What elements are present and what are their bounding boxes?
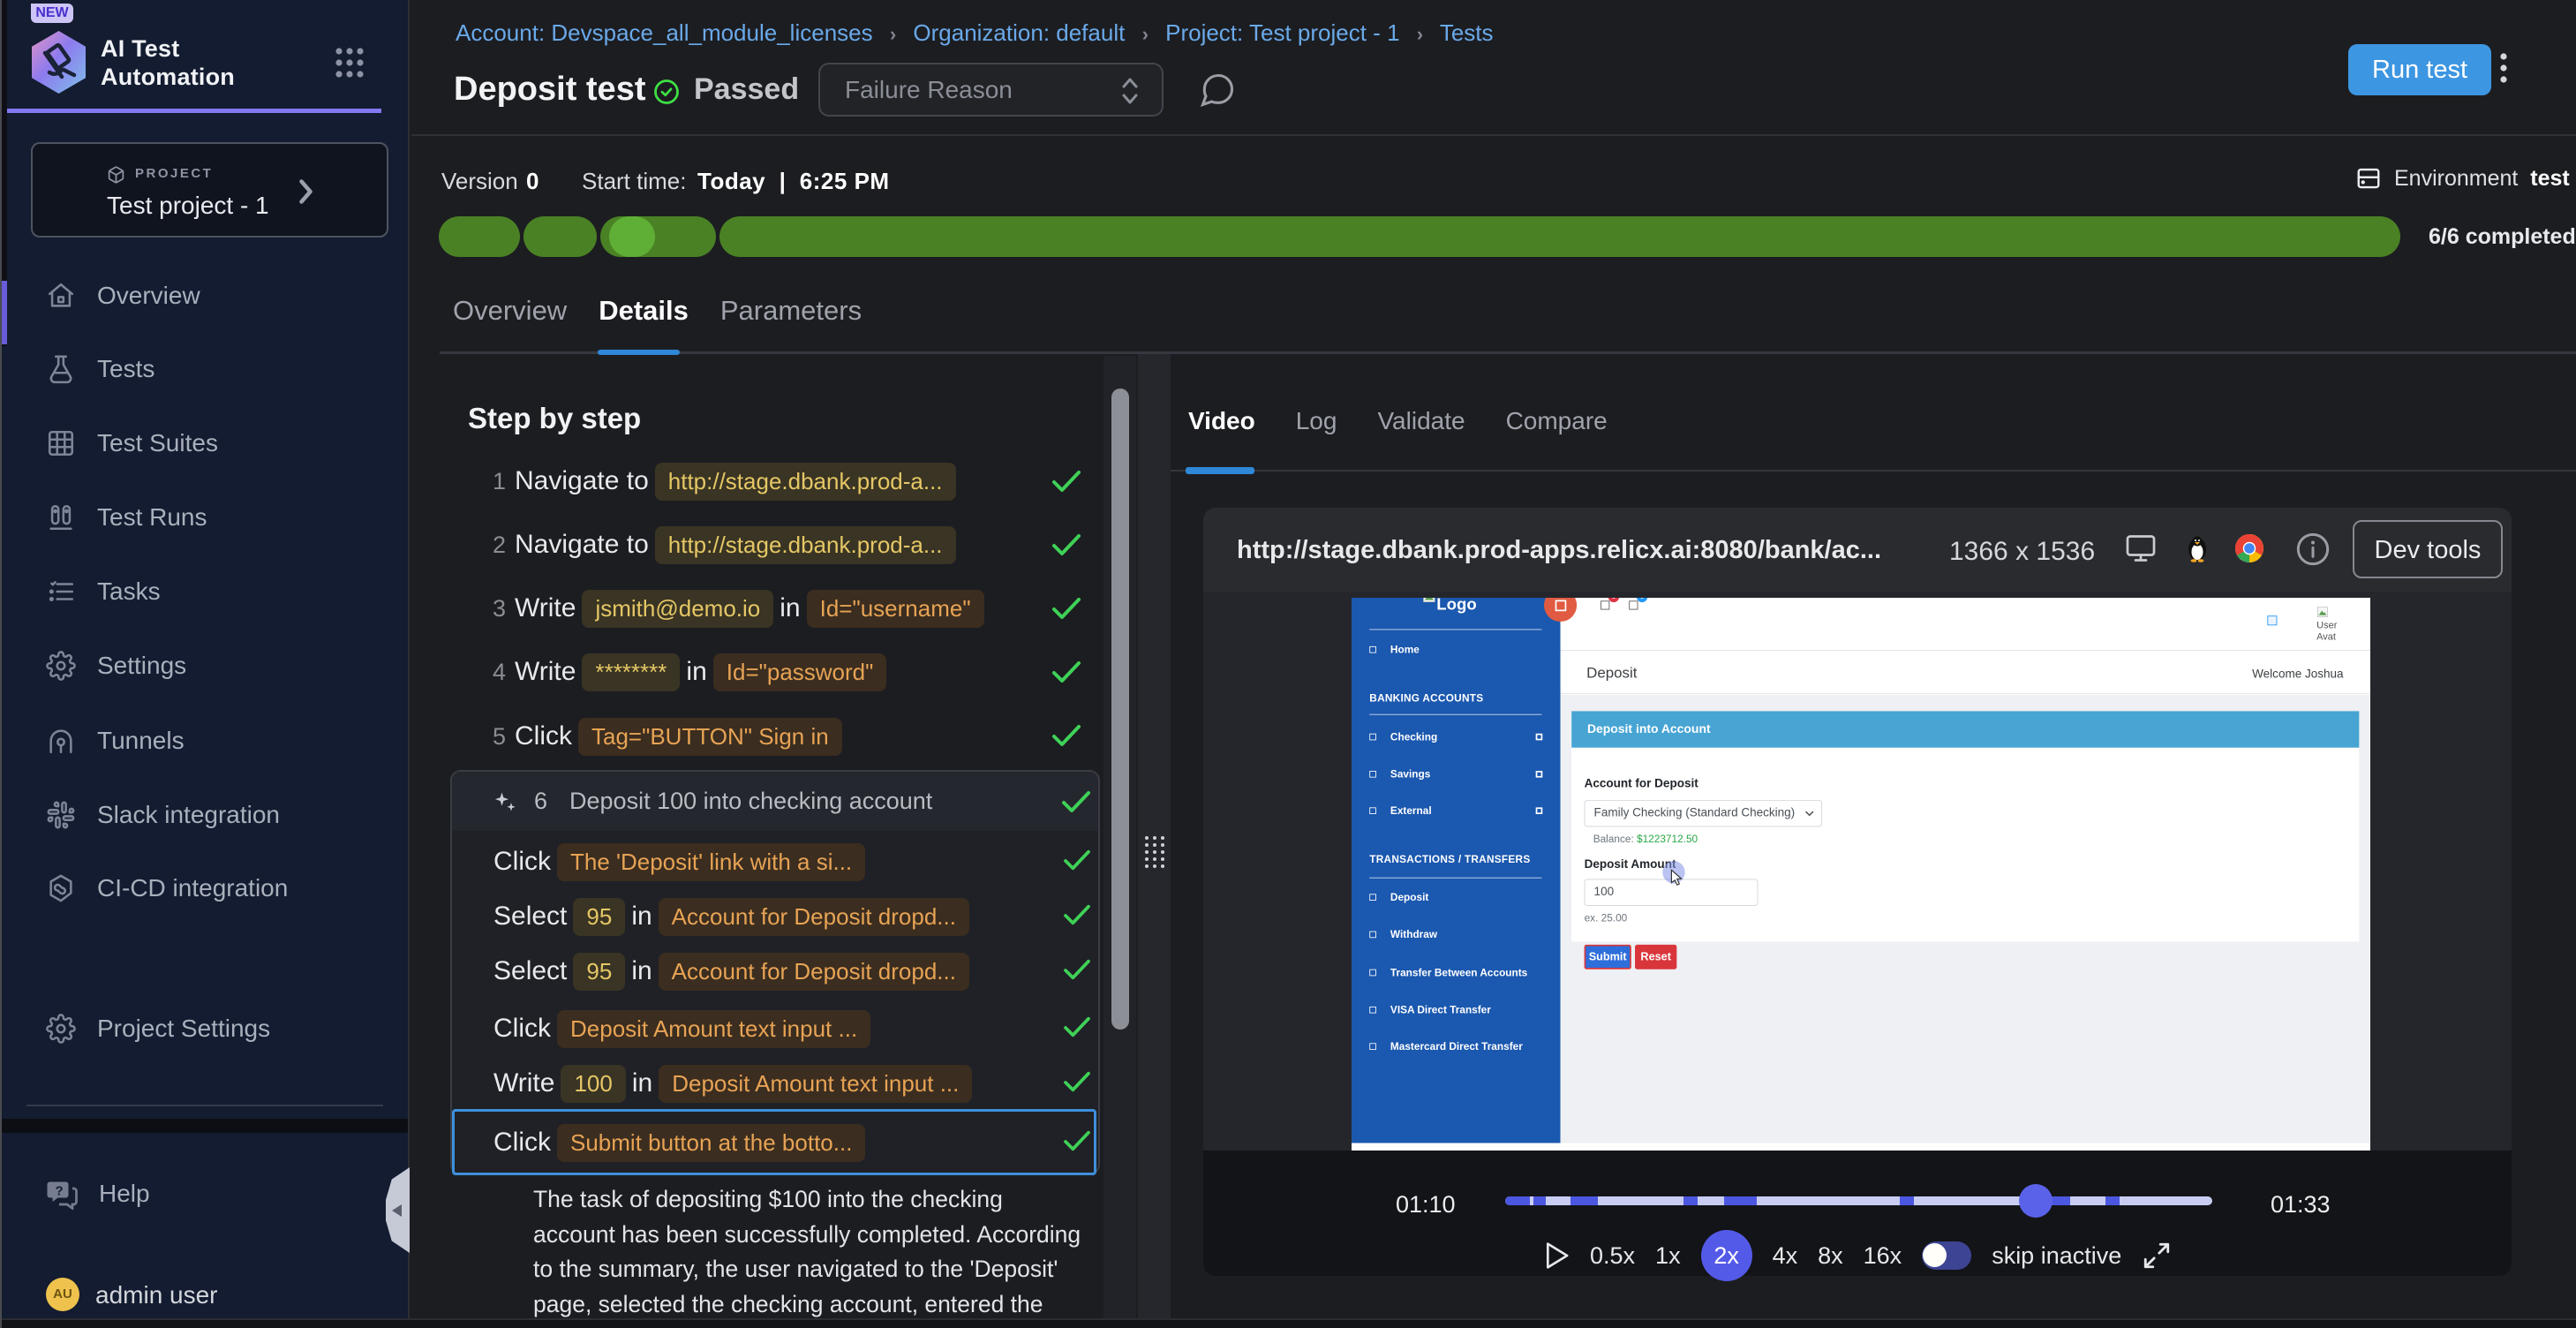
svg-text:?: ?	[56, 1184, 64, 1199]
